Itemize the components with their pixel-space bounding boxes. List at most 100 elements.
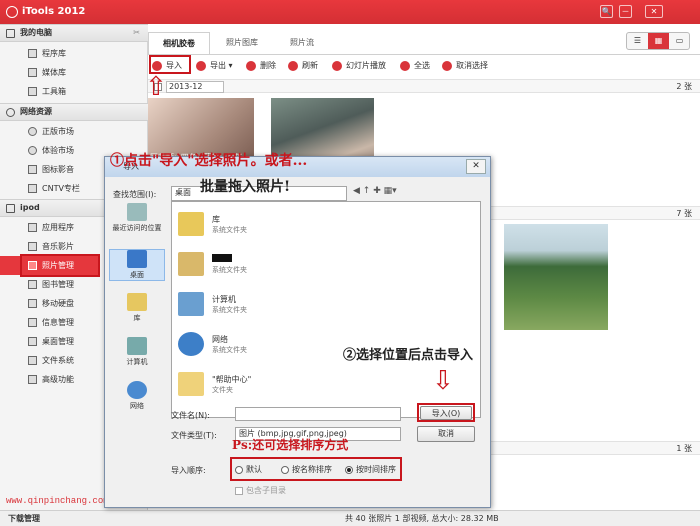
item-label: 音乐影片 bbox=[42, 242, 74, 251]
subdir-checkbox[interactable] bbox=[235, 486, 243, 495]
radio-name[interactable] bbox=[281, 465, 289, 474]
download-manager[interactable]: 下载管理 bbox=[8, 511, 40, 526]
tab-divider bbox=[148, 54, 700, 55]
sidebar-item-programs[interactable]: 程序库 bbox=[0, 44, 148, 63]
export-icon bbox=[196, 60, 206, 71]
back-icon[interactable]: ◀ bbox=[353, 186, 360, 196]
dialog-cancel-button[interactable]: 取消 bbox=[417, 426, 475, 442]
place-label: 最近访问的位置 bbox=[112, 224, 162, 232]
dialog-close-button[interactable]: ✕ bbox=[466, 159, 486, 174]
group-count: 7 张 bbox=[676, 209, 692, 218]
group-date[interactable]: 2013-12 bbox=[166, 81, 224, 93]
tab-camera-roll[interactable]: 相机胶卷 bbox=[148, 32, 210, 54]
minimize-button[interactable]: － bbox=[619, 5, 632, 18]
deselect-icon bbox=[442, 60, 452, 71]
file-name: 计算机 bbox=[212, 295, 236, 304]
globe-icon bbox=[6, 108, 15, 117]
refresh-button[interactable]: 刷新 bbox=[288, 57, 318, 75]
view-menu-icon[interactable]: ▦▾ bbox=[384, 186, 397, 196]
item-label: 媒体库 bbox=[42, 68, 66, 77]
radio-default[interactable] bbox=[235, 465, 243, 474]
annotation-step1: ①点击"导入"选择照片。或者... bbox=[110, 153, 308, 169]
export-button[interactable]: 导出 ▾ bbox=[196, 57, 233, 75]
tv-icon bbox=[28, 184, 37, 193]
annotation-ps: Ps:还可选择排序方式 bbox=[232, 438, 349, 452]
toolbar-label: 刷新 bbox=[302, 61, 318, 70]
tab-photo-library[interactable]: 照片图库 bbox=[212, 32, 272, 54]
file-item[interactable]: 系统文件夹 bbox=[178, 250, 468, 280]
delete-icon bbox=[246, 60, 256, 71]
filetype-label: 文件类型(T): bbox=[171, 431, 217, 440]
radio-label: 按时间排序 bbox=[356, 465, 396, 474]
file-desc: 系统文件夹 bbox=[212, 346, 247, 354]
app-logo-icon bbox=[6, 6, 18, 18]
toolbar-label: 删除 bbox=[260, 61, 276, 70]
order-time[interactable]: 按时间排序 bbox=[345, 464, 396, 475]
wrench-icon bbox=[28, 87, 37, 96]
item-label: 信息管理 bbox=[42, 318, 74, 327]
places-bar: 最近访问的位置 桌面 库 计算机 网络 bbox=[109, 201, 165, 418]
item-label: 图标影音 bbox=[42, 165, 74, 174]
item-label: 体验市场 bbox=[42, 146, 74, 155]
radio-time[interactable] bbox=[345, 465, 353, 474]
photo-thumbnail[interactable] bbox=[504, 224, 608, 330]
file-item[interactable]: 计算机 系统文件夹 bbox=[178, 290, 468, 320]
order-label: 导入顺序: bbox=[171, 466, 206, 475]
deselect-button[interactable]: 取消选择 bbox=[442, 57, 488, 75]
toolbar-label: 幻灯片播放 bbox=[346, 61, 386, 70]
file-name: 网络 bbox=[212, 335, 228, 344]
place-computer[interactable]: 计算机 bbox=[109, 337, 165, 367]
place-desktop[interactable]: 桌面 bbox=[109, 249, 165, 281]
new-folder-icon[interactable]: ✚ bbox=[373, 186, 381, 196]
disk-icon bbox=[28, 299, 37, 308]
app-title: iTools 2012 bbox=[22, 6, 86, 17]
sidebar-section-network[interactable]: 网络资源 bbox=[0, 103, 148, 121]
book-icon bbox=[28, 280, 37, 289]
list-view-icon[interactable]: ☰ bbox=[627, 33, 648, 49]
large-view-icon[interactable]: ▭ bbox=[669, 33, 690, 49]
view-switcher: ☰ ▦ ▭ bbox=[626, 32, 690, 50]
nav-toolbar: ◀ ↑ ✚ ▦▾ bbox=[353, 186, 423, 200]
tab-photo-stream[interactable]: 照片流 bbox=[276, 32, 328, 54]
dialog-import-button[interactable]: 导入(O) bbox=[420, 406, 472, 420]
toolbar-label: 取消选择 bbox=[456, 61, 488, 70]
file-name-redacted bbox=[212, 254, 232, 262]
slideshow-button[interactable]: 幻灯片播放 bbox=[332, 57, 386, 75]
user-folder-icon bbox=[178, 252, 204, 276]
order-default[interactable]: 默认 bbox=[235, 464, 262, 475]
grid-view-icon[interactable]: ▦ bbox=[648, 33, 669, 49]
section-label: ipod bbox=[20, 203, 40, 212]
place-label: 网络 bbox=[130, 402, 144, 410]
file-item[interactable]: 库系统文件夹 bbox=[178, 210, 468, 240]
place-library[interactable]: 库 bbox=[109, 293, 165, 323]
search-icon[interactable]: 🔍 bbox=[600, 5, 613, 18]
place-recent[interactable]: 最近访问的位置 bbox=[109, 203, 165, 233]
toolbar-label: 导入 bbox=[166, 61, 182, 70]
group-count: 1 张 bbox=[676, 444, 692, 453]
file-desc: 系统文件夹 bbox=[212, 266, 247, 274]
network-icon bbox=[127, 381, 147, 399]
computer-icon bbox=[6, 29, 15, 38]
sidebar-section-my-computer[interactable]: 我的电脑 ✂ bbox=[0, 24, 148, 42]
order-name[interactable]: 按名称排序 bbox=[281, 464, 332, 475]
file-name: "帮助中心" bbox=[212, 375, 252, 384]
section-label: 网络资源 bbox=[20, 107, 52, 116]
delete-button[interactable]: 删除 bbox=[246, 57, 276, 75]
filename-input[interactable] bbox=[235, 407, 401, 421]
up-arrow-annotation: ⇧ bbox=[145, 72, 167, 102]
desktop-icon bbox=[28, 337, 37, 346]
place-label: 计算机 bbox=[126, 358, 148, 366]
place-network[interactable]: 网络 bbox=[109, 381, 165, 411]
group-header: 7 张 bbox=[491, 206, 700, 220]
sidebar-item-toolbox[interactable]: 工具箱 bbox=[0, 82, 148, 101]
sidebar-item-store[interactable]: 正版市场 bbox=[0, 122, 148, 141]
close-button[interactable]: ✕ bbox=[645, 5, 663, 18]
library-icon bbox=[127, 293, 147, 311]
sidebar-item-media[interactable]: 媒体库 bbox=[0, 63, 148, 82]
subdir-option[interactable]: 包含子目录 bbox=[235, 485, 286, 496]
file-item[interactable]: "帮助中心" 文件夹 bbox=[178, 370, 468, 400]
tool-icon[interactable]: ✂ bbox=[133, 25, 140, 41]
up-icon[interactable]: ↑ bbox=[363, 186, 371, 196]
item-label: 移动硬盘 bbox=[42, 299, 74, 308]
select-all-button[interactable]: 全选 bbox=[400, 57, 430, 75]
